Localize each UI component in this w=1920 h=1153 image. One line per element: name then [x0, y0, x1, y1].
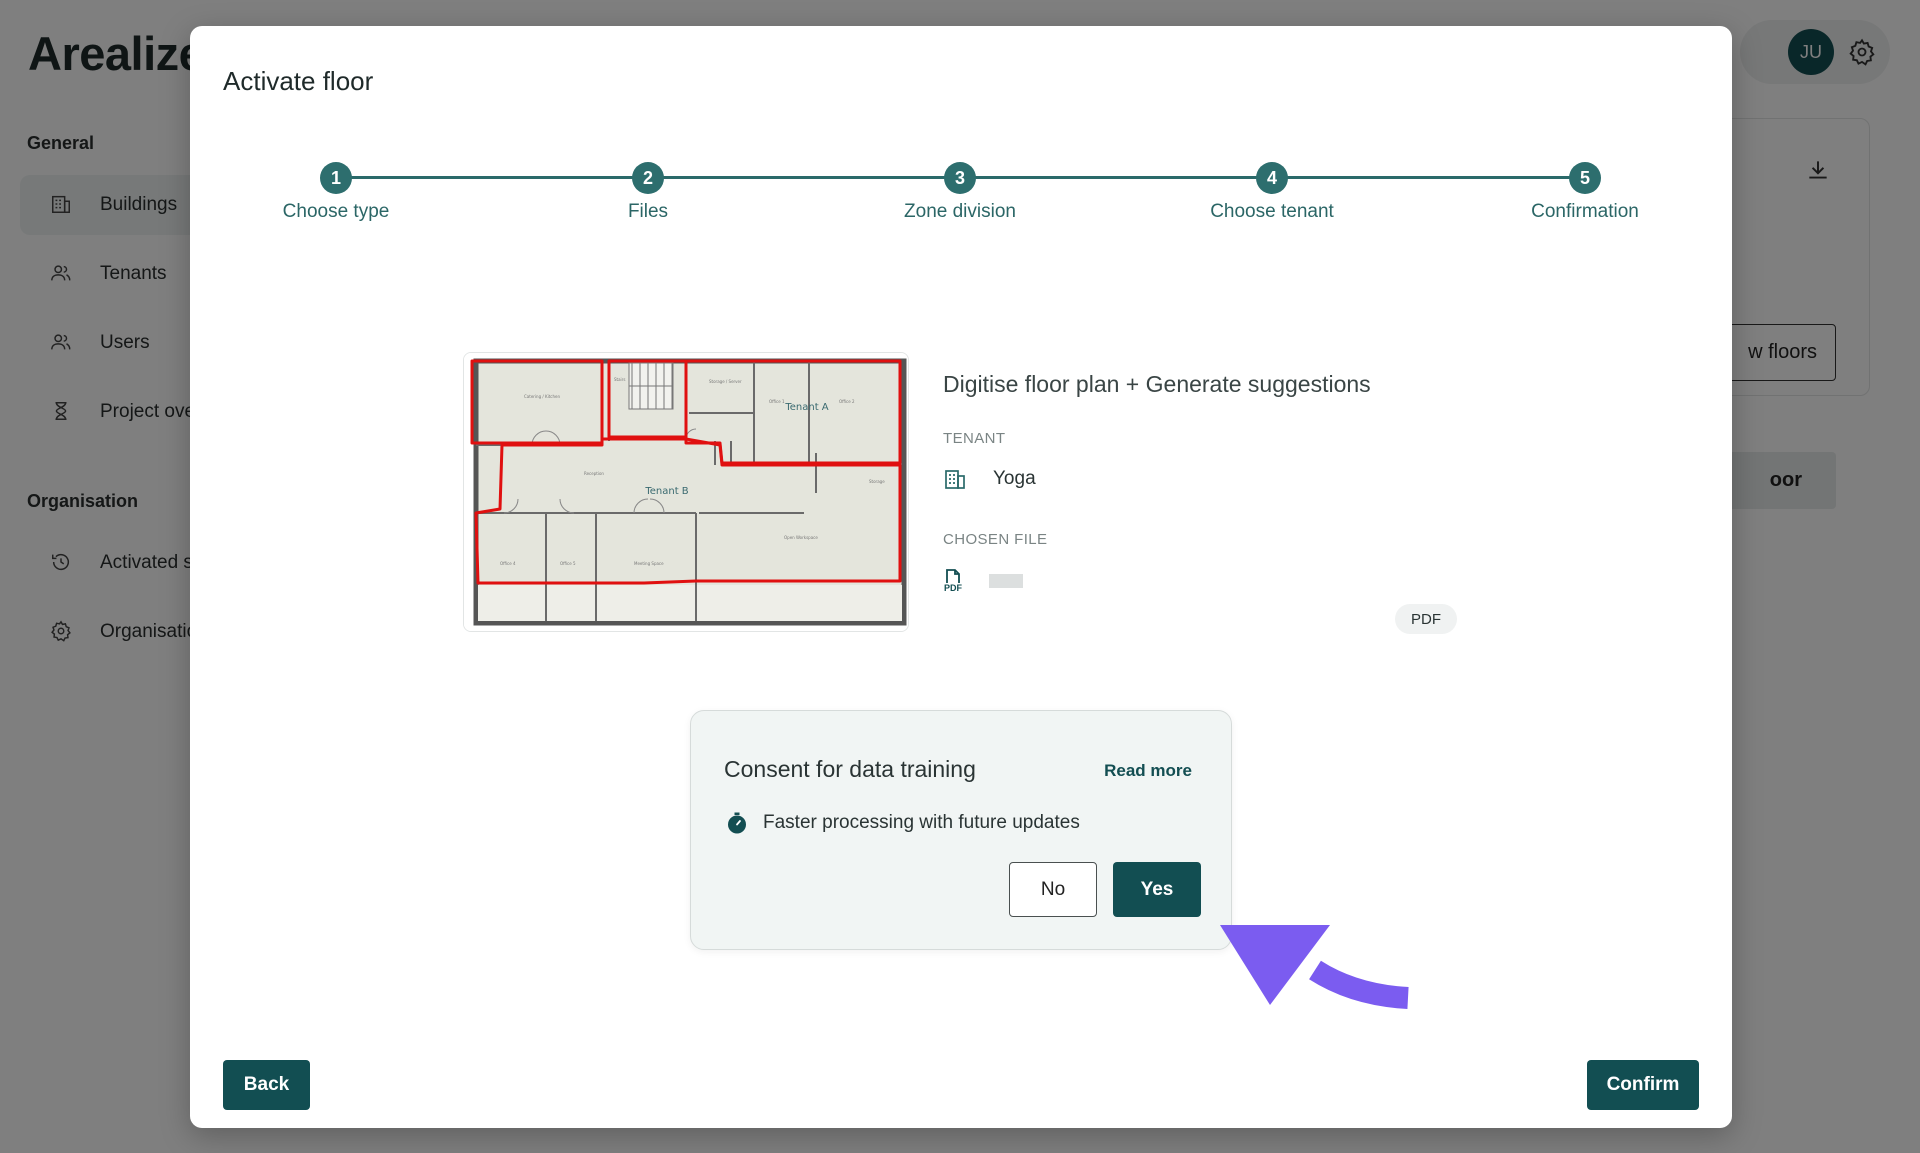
svg-text:Stairs: Stairs	[614, 377, 625, 382]
stopwatch-icon	[725, 811, 749, 835]
stepper: 1 Choose type 2 Files 3 Zone division 4 …	[190, 134, 1732, 222]
consent-card: Consent for data training Read more Fast…	[690, 710, 1232, 950]
step-label: Choose tenant	[1210, 201, 1334, 222]
step-zone-division[interactable]: 3 Zone division	[860, 162, 1060, 223]
svg-text:Office 1: Office 1	[769, 399, 785, 404]
svg-text:Open Workspace: Open Workspace	[784, 535, 818, 540]
tenant-value: Yoga	[993, 468, 1036, 489]
consent-benefit-text: Faster processing with future updates	[763, 812, 1080, 833]
zone-label-tenant-b: Tenant B	[644, 486, 688, 497]
tenant-row: Yoga	[943, 467, 1463, 491]
svg-text:Office 2: Office 2	[839, 399, 855, 404]
floor-info-panel: Digitise floor plan + Generate suggestio…	[943, 371, 1463, 593]
file-name-placeholder	[989, 573, 1023, 588]
confirm-button[interactable]: Confirm	[1587, 1060, 1699, 1110]
svg-text:Storage: Storage	[869, 479, 885, 484]
annotation-arrow-icon	[1210, 920, 1420, 1020]
chosen-file-label: CHOSEN FILE	[943, 531, 1048, 548]
svg-text:Meeting Space: Meeting Space	[634, 561, 664, 566]
svg-text:Office 5: Office 5	[560, 561, 576, 566]
step-choose-tenant[interactable]: 4 Choose tenant	[1172, 162, 1372, 223]
file-row: PDF	[943, 568, 1463, 593]
consent-benefit: Faster processing with future updates	[725, 811, 1080, 835]
step-files[interactable]: 2 Files	[548, 162, 748, 223]
step-label: Zone division	[904, 201, 1016, 222]
step-number: 3	[944, 162, 976, 194]
svg-text:Storage / Server: Storage / Server	[709, 379, 742, 384]
modal-title: Activate floor	[223, 66, 374, 96]
svg-text:Reception: Reception	[584, 471, 604, 476]
consent-title: Consent for data training	[724, 756, 976, 782]
digitise-title: Digitise floor plan + Generate suggestio…	[943, 371, 1371, 397]
step-number: 4	[1256, 162, 1288, 194]
file-type-badge: PDF	[1395, 604, 1457, 634]
consent-no-button[interactable]: No	[1009, 862, 1097, 917]
step-confirmation[interactable]: 5 Confirmation	[1485, 162, 1685, 223]
step-label: Confirmation	[1531, 201, 1639, 222]
step-number: 5	[1569, 162, 1601, 194]
step-choose-type[interactable]: 1 Choose type	[236, 162, 436, 223]
pdf-file-icon: PDF	[943, 568, 963, 593]
step-label: Files	[627, 201, 669, 222]
step-label: Choose type	[282, 201, 390, 222]
step-number: 1	[320, 162, 352, 194]
step-number: 2	[632, 162, 664, 194]
tenant-label: TENANT	[943, 430, 1006, 447]
activate-floor-modal: Activate floor 1 Choose type 2 Files 3 Z…	[190, 26, 1732, 1128]
svg-text:Catering / Kitchen: Catering / Kitchen	[524, 394, 560, 399]
read-more-link[interactable]: Read more	[1104, 761, 1192, 781]
building-icon	[943, 467, 967, 491]
consent-yes-button[interactable]: Yes	[1113, 862, 1201, 917]
zone-label-tenant-a: Tenant A	[784, 402, 828, 413]
floorplan-preview: Catering / Kitchen Stairs Storage / Serv…	[463, 352, 909, 632]
back-button[interactable]: Back	[223, 1060, 310, 1110]
svg-text:Office 4: Office 4	[500, 561, 516, 566]
